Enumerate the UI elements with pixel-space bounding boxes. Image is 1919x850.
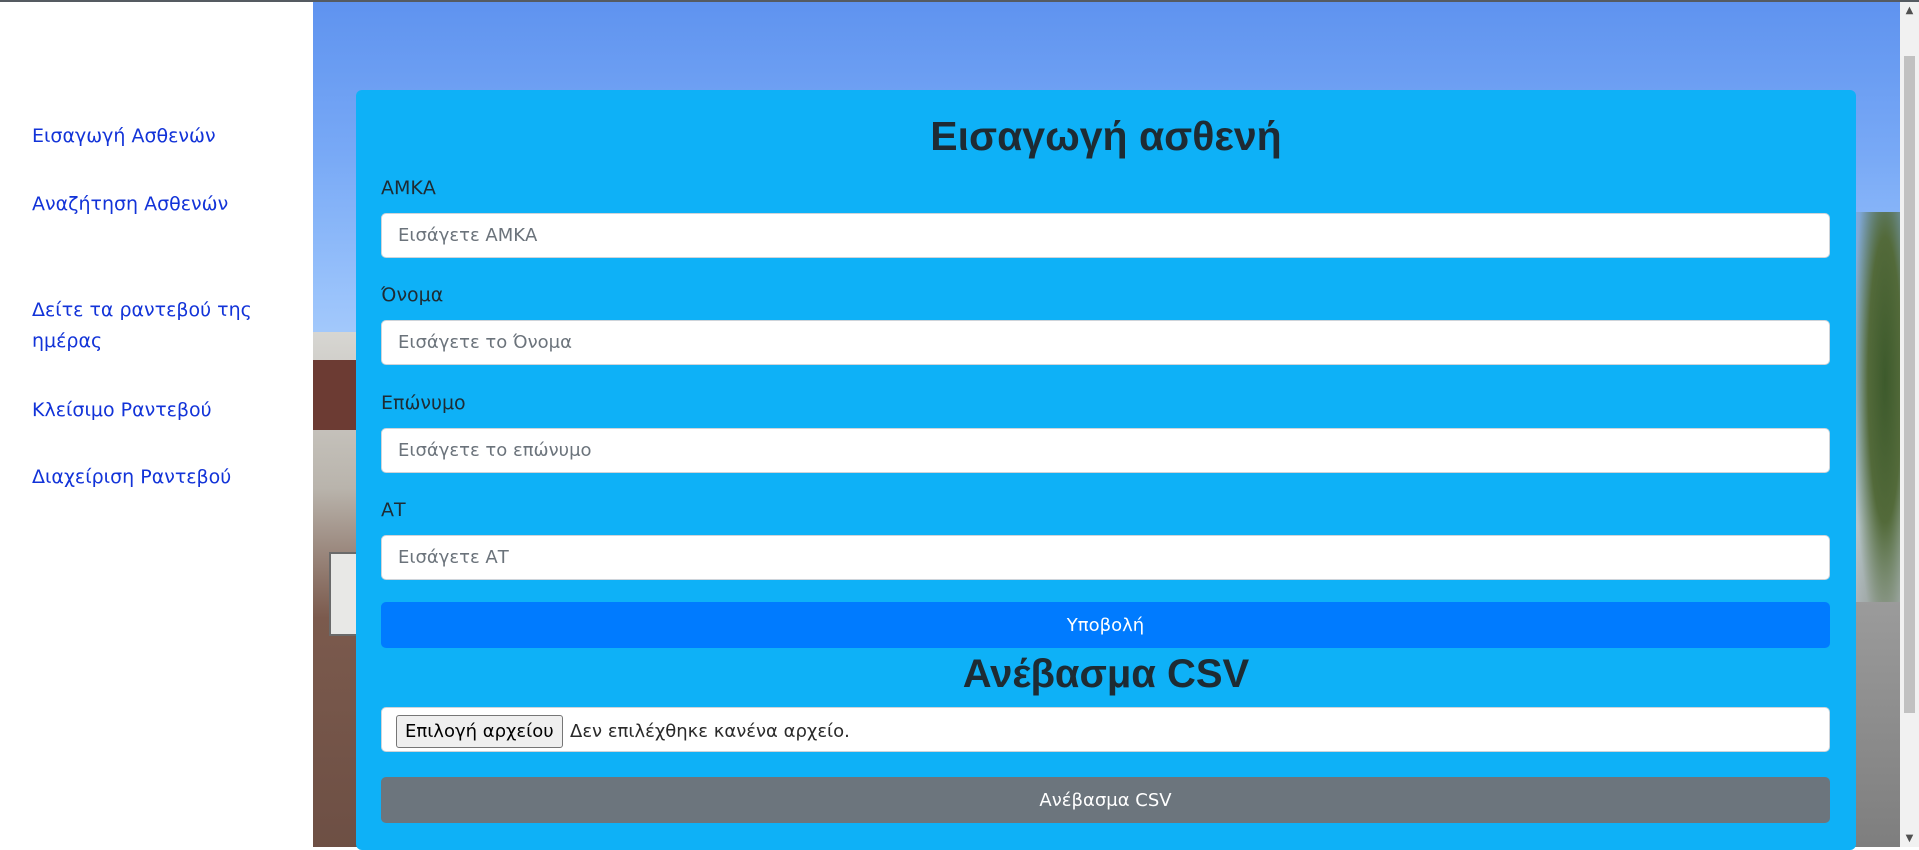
last-name-input[interactable] — [381, 428, 1830, 473]
upload-csv-button[interactable]: Ανέβασμα CSV — [381, 777, 1830, 823]
sidebar-item-patient-search[interactable]: Αναζήτηση Ασθενών — [32, 189, 262, 220]
sidebar-item-book-appointment[interactable]: Κλείσιμο Ραντεβού — [32, 395, 262, 426]
window-top-border — [0, 0, 1919, 2]
sidebar: Εισαγωγή Ασθενών Αναζήτηση Ασθενών Δείτε… — [0, 2, 313, 847]
tree — [1855, 212, 1900, 632]
first-name-label: Όνομα — [381, 284, 444, 306]
id-number-input[interactable] — [381, 535, 1830, 580]
scrollbar-thumb[interactable] — [1904, 56, 1915, 713]
page-scrollbar[interactable]: ▲ ▼ — [1900, 2, 1919, 847]
sidebar-item-todays-appointments[interactable]: Δείτε τα ραντεβού της ημέρας — [32, 295, 262, 357]
csv-file-input[interactable]: Επιλογή αρχείου Δεν επιλέχθηκε κανένα αρ… — [381, 707, 1830, 752]
amka-label: ΑΜΚΑ — [381, 177, 436, 199]
sidebar-item-patient-entry[interactable]: Εισαγωγή Ασθενών — [32, 121, 262, 152]
first-name-input[interactable] — [381, 320, 1830, 365]
csv-section-title: Ανέβασμα CSV — [962, 652, 1250, 696]
patient-entry-card: Εισαγωγή ασθενή ΑΜΚΑ Όνομα Επώνυμο ΑΤ Υπ… — [356, 90, 1856, 850]
scroll-up-arrow-icon[interactable]: ▲ — [1900, 2, 1919, 19]
last-name-label: Επώνυμο — [381, 392, 466, 414]
amka-input[interactable] — [381, 213, 1830, 258]
submit-button[interactable]: Υποβολή — [381, 602, 1830, 648]
scroll-down-arrow-icon[interactable]: ▼ — [1900, 830, 1919, 847]
choose-file-button[interactable]: Επιλογή αρχείου — [396, 715, 563, 748]
page-title: Εισαγωγή ασθενή — [930, 113, 1282, 159]
sidebar-item-manage-appointments[interactable]: Διαχείριση Ραντεβού — [32, 462, 262, 493]
id-number-label: ΑΤ — [381, 499, 406, 521]
file-status-text: Δεν επιλέχθηκε κανένα αρχείο. — [570, 721, 850, 742]
